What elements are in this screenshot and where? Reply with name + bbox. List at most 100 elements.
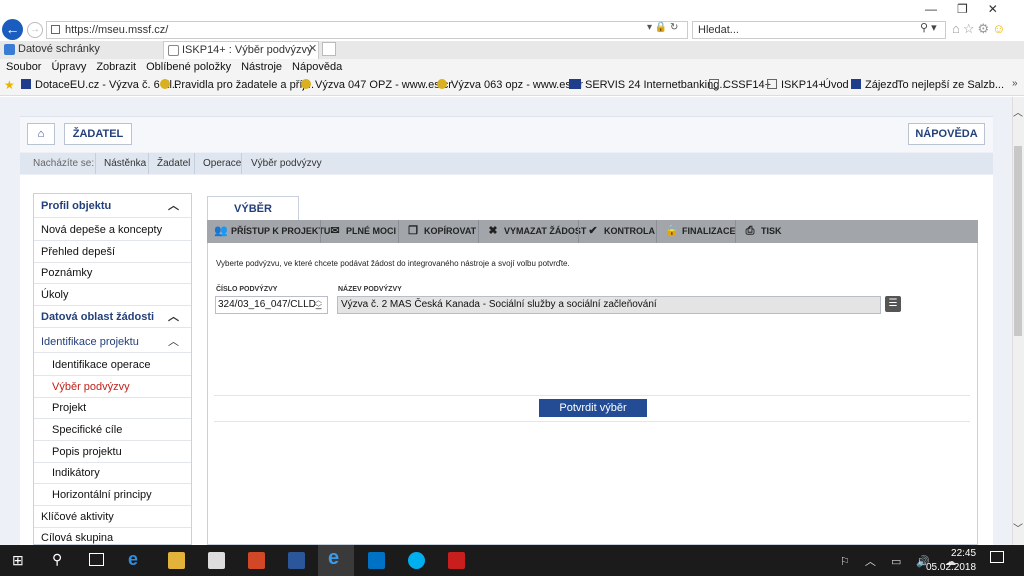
page-icon — [51, 25, 60, 34]
tab-label: Datové schránky — [18, 43, 100, 55]
fav-item[interactable]: SERVIS 24 Internetbanking... — [569, 79, 729, 91]
fav-icon — [767, 79, 777, 89]
notifications-icon[interactable] — [990, 551, 1004, 563]
clock[interactable]: 22:45 05.02.2018 — [926, 547, 976, 575]
window-controls[interactable]: —❐✕ — [925, 2, 1018, 16]
sidebar-item-profil-objektu[interactable]: Profil objektu ︿ — [34, 195, 191, 218]
breadcrumb-zadatel[interactable]: Žadatel — [157, 158, 190, 169]
home-button[interactable]: ⌂ — [27, 123, 55, 145]
sidebar-item-poznamky[interactable]: Poznámky — [34, 263, 191, 284]
tab-iskp14[interactable]: ISKP14+ : Výběr podvýzvy — [163, 41, 319, 59]
toolbar-divider — [578, 220, 579, 243]
search-input[interactable]: Hledat... — [692, 21, 946, 39]
task-view-icon[interactable] — [89, 553, 104, 566]
edge-icon[interactable]: e — [128, 549, 138, 570]
zadatel-button[interactable]: ŽADATEL — [64, 123, 132, 145]
fav-item[interactable]: Zájezd — [851, 79, 898, 91]
list-icon[interactable]: ☰ — [885, 296, 901, 312]
close-tab-icon[interactable]: ✕ — [308, 42, 317, 55]
internet-explorer-icon[interactable]: e — [328, 547, 339, 570]
kopirovat-button[interactable]: ❐ KOPÍROVAT — [407, 220, 476, 243]
scroll-down-icon[interactable]: ﹀ — [1013, 520, 1023, 535]
sidebar-item-cilova-skupina[interactable]: Cílová skupina — [34, 528, 191, 545]
sidebar-item-popis-projektu[interactable]: Popis projektu — [34, 442, 191, 463]
windows-start-icon[interactable]: ⊞ — [12, 552, 24, 569]
menu-napoveda[interactable]: Nápověda — [292, 59, 342, 76]
mail-icon: ✉ — [330, 225, 340, 237]
fav-item[interactable]: To nejlepší ze Salzb... — [897, 79, 1004, 91]
outlook-icon[interactable] — [368, 552, 385, 569]
chevron-up-icon[interactable]: ︿ — [168, 195, 179, 218]
scroll-up-icon[interactable]: ︿ — [1013, 104, 1023, 119]
breadcrumb-nastenka[interactable]: Nástěnka — [104, 158, 146, 169]
fav-item[interactable]: DotaceEU.cz - Výzva č. 6 Zl... — [21, 79, 181, 91]
sidebar-item-identifikace-projektu[interactable]: Identifikace projektu ︿ — [34, 332, 191, 353]
menu-soubor[interactable]: Soubor — [6, 59, 41, 76]
sidebar-item-nova-depese[interactable]: Nová depeše a koncepty — [34, 220, 191, 241]
skype-icon[interactable] — [408, 552, 425, 569]
sidebar-item-datova-oblast[interactable]: Datová oblast žádosti ︿ — [34, 307, 191, 328]
menu-zobrazit[interactable]: Zobrazit — [96, 59, 136, 76]
forward-arrow-icon[interactable]: → — [27, 22, 43, 38]
new-tab-button[interactable] — [322, 42, 336, 56]
pristup-k-projektu-button[interactable]: 👥 PŘÍSTUP K PROJEKTU — [214, 220, 330, 243]
breadcrumb-operace[interactable]: Operace — [203, 158, 241, 169]
sidebar-item-klicove-aktivity[interactable]: Klíčové aktivity — [34, 507, 191, 528]
search-icon[interactable]: ⚲ — [52, 551, 62, 568]
toolbar-icons[interactable]: ⌂☆⚙☺ — [952, 21, 1008, 37]
menu-oblibene[interactable]: Oblíbené položky — [146, 59, 231, 76]
sidebar-item-projekt[interactable]: Projekt — [34, 398, 191, 419]
fav-item[interactable]: Výzva 047 OPZ - www.esfcr — [301, 79, 452, 91]
scrollbar-thumb[interactable] — [1014, 146, 1022, 336]
back-arrow-icon[interactable]: ← — [2, 19, 23, 40]
fav-item[interactable]: CSSF14+ — [709, 79, 771, 91]
sidebar-item-specificke-cile[interactable]: Specifické cíle — [34, 420, 191, 441]
sidebar-item-ukoly[interactable]: Úkoly — [34, 285, 191, 306]
finalizace-button[interactable]: 🔒 FINALIZACE — [665, 220, 736, 243]
sidebar-item-prehled-depesi[interactable]: Přehled depeší — [34, 242, 191, 263]
menu-upravy[interactable]: Úpravy — [51, 59, 86, 76]
nazev-podvyzvy-label: NÁZEV PODVÝZVY — [338, 286, 402, 293]
fav-item[interactable]: Úvod — [823, 79, 849, 91]
menu-nastroje[interactable]: Nástroje — [241, 59, 282, 76]
kontrola-button[interactable]: ✔ KONTROLA — [587, 220, 655, 243]
fav-item[interactable]: Pravidla pro žadatele a příj... — [160, 79, 314, 91]
copy-icon: ❐ — [408, 225, 418, 237]
plne-moci-button[interactable]: ✉ PLNÉ MOCI — [329, 220, 396, 243]
url-input[interactable]: https://mseu.mssf.cz/ — [46, 21, 688, 39]
menu-bar: Soubor Úpravy Zobrazit Oblíbené položky Nást… — [0, 59, 1024, 76]
breadcrumb-prefix: Nacházíte se: — [33, 158, 95, 169]
store-icon[interactable] — [208, 552, 225, 569]
breadcrumb-separator — [194, 153, 195, 174]
tab-datove-schranky[interactable]: Datové schránky — [0, 41, 160, 59]
tab-vyber-podvyzvy[interactable]: VÝBĚR PODVÝZVY — [207, 196, 299, 239]
search-icon[interactable]: ⚲ ▾ — [920, 21, 937, 34]
file-explorer-icon[interactable] — [168, 552, 185, 569]
favorites-star-icon[interactable]: ★ — [4, 78, 15, 92]
word-icon[interactable] — [288, 552, 305, 569]
cislo-podvyzvy-field[interactable]: 324/03_16_047/CLLD_ — [215, 296, 328, 314]
nazev-podvyzvy-field[interactable]: Výzva č. 2 MAS Česká Kanada - Sociální s… — [337, 296, 881, 314]
stepper-arrows-icon[interactable]: ︿ ﹀ — [315, 297, 322, 313]
sidebar-item-vyber-podvyzvy[interactable]: Výběr podvýzvy — [34, 377, 191, 398]
tisk-button[interactable]: ⎙ TISK — [744, 220, 782, 243]
url-actions-icons[interactable]: ▾ 🔒 ↻ — [647, 22, 678, 33]
fav-item[interactable]: Výzva 063 opz - www.esfcr — [437, 79, 583, 91]
confirm-button[interactable]: Potvrdit výběr — [539, 399, 647, 417]
powerpoint-icon[interactable] — [248, 552, 265, 569]
acrobat-icon[interactable] — [448, 552, 465, 569]
favorites-overflow-icon[interactable]: » — [1012, 78, 1018, 89]
sidebar-item-identifikace-operace[interactable]: Identifikace operace — [34, 355, 191, 376]
sidebar-item-horizontalni-principy[interactable]: Horizontální principy — [34, 485, 191, 506]
toolbar-label: PLNÉ MOCI — [346, 226, 397, 236]
vymazat-zadost-button[interactable]: ✖ VYMAZAT ŽÁDOST — [487, 220, 586, 243]
chevron-up-icon[interactable]: ︿ — [168, 307, 179, 328]
sidebar-item-indikatory[interactable]: Indikátory — [34, 463, 191, 484]
tab-favicon-icon — [168, 45, 179, 56]
fav-label: SERVIS 24 Internetbanking... — [585, 79, 729, 91]
help-button[interactable]: NÁPOVĚDA — [908, 123, 985, 145]
instruction-text: Vyberte podvýzvu, ve které chcete podáva… — [216, 259, 570, 268]
toolbar-label: KOPÍROVAT — [424, 226, 477, 236]
fav-item[interactable]: ISKP14+ — [767, 79, 825, 91]
chevron-up-icon[interactable]: ︿ — [168, 332, 179, 353]
